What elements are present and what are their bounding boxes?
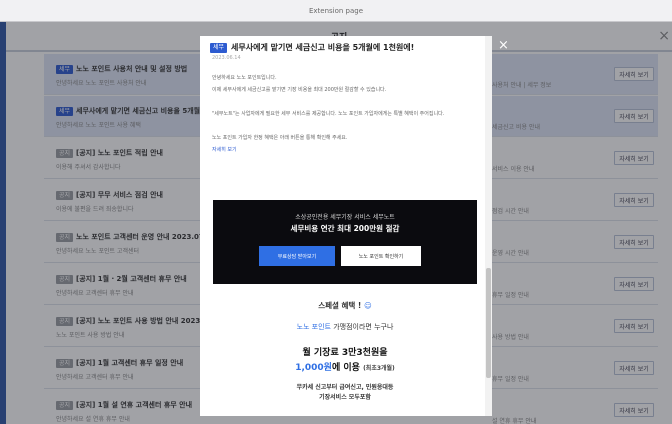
special-offer: 스페셜 혜택 ! ☺ 노노 포인트 가맹점이라면 누구나 월 기장료 3만3천원… [213, 284, 477, 416]
modal-link-line: 자세히 보기 [212, 146, 480, 154]
modal-paragraph: 이제 세무사에게 세금신고를 맡기면 기장 비용을 최대 200만원 절감할 수… [212, 87, 387, 93]
special-title: 스페셜 혜택 ! ☺ [318, 301, 372, 310]
special-line5: 무카세 신고부터 급여신고, 민원응대등 [296, 384, 394, 391]
modal-badge: 세무 [210, 42, 228, 53]
modal-paragraph: 노노 포인트 가입자 한정 혜택은 아래 버튼을 통해 확인해 주세요. [212, 135, 348, 141]
free-consult-button[interactable]: 무료상담 받아보기 [259, 246, 335, 266]
smile-icon: ☺ [363, 301, 372, 310]
modal-title-row: 세무 세무사에게 맡기면 세금신고 비용을 5개월에 1천원에! [210, 42, 414, 53]
modal-detail-link[interactable]: 자세히 보기 [212, 147, 237, 153]
special-line3: 월 기장료 3만3천원을 [302, 348, 388, 358]
special-line4: 1,000원에 이용 (최초3개월) [295, 363, 395, 373]
promo-banner: 소상공인전용 세무기장 서비스 세무노트 세무비용 연간 최대 200만원 절감… [213, 200, 477, 284]
point-check-button[interactable]: 노노 포인트 확인하기 [341, 246, 421, 266]
special-line2: 노노 포인트 가맹점이라면 누구나 [296, 323, 394, 331]
modal-scrollbar-thumb[interactable] [486, 268, 491, 378]
notice-modal: 세무 세무사에게 맡기면 세금신고 비용을 5개월에 1천원에! 2023.06… [200, 36, 492, 416]
banner-line1: 소상공인전용 세무기장 서비스 세무노트 [295, 214, 395, 221]
special-line6: 기장서비스 모두포함 [319, 394, 371, 401]
modal-title: 세무사에게 맡기면 세금신고 비용을 5개월에 1천원에! [231, 43, 415, 52]
modal-paragraph: "세무노트"는 사업자에게 필요한 세무 서비스를 제공합니다. 노노 포인트 … [212, 111, 445, 117]
modal-close-icon[interactable]: × [498, 38, 509, 53]
banner-line2: 세무비용 연간 최대 200만원 절감 [290, 224, 400, 233]
window-titlebar: Extension page [0, 0, 672, 22]
modal-paragraph: 안녕하세요 노노 포인트입니다. [212, 75, 277, 81]
window-title: Extension page [308, 6, 364, 15]
modal-date: 2023.06.14 [212, 55, 241, 61]
